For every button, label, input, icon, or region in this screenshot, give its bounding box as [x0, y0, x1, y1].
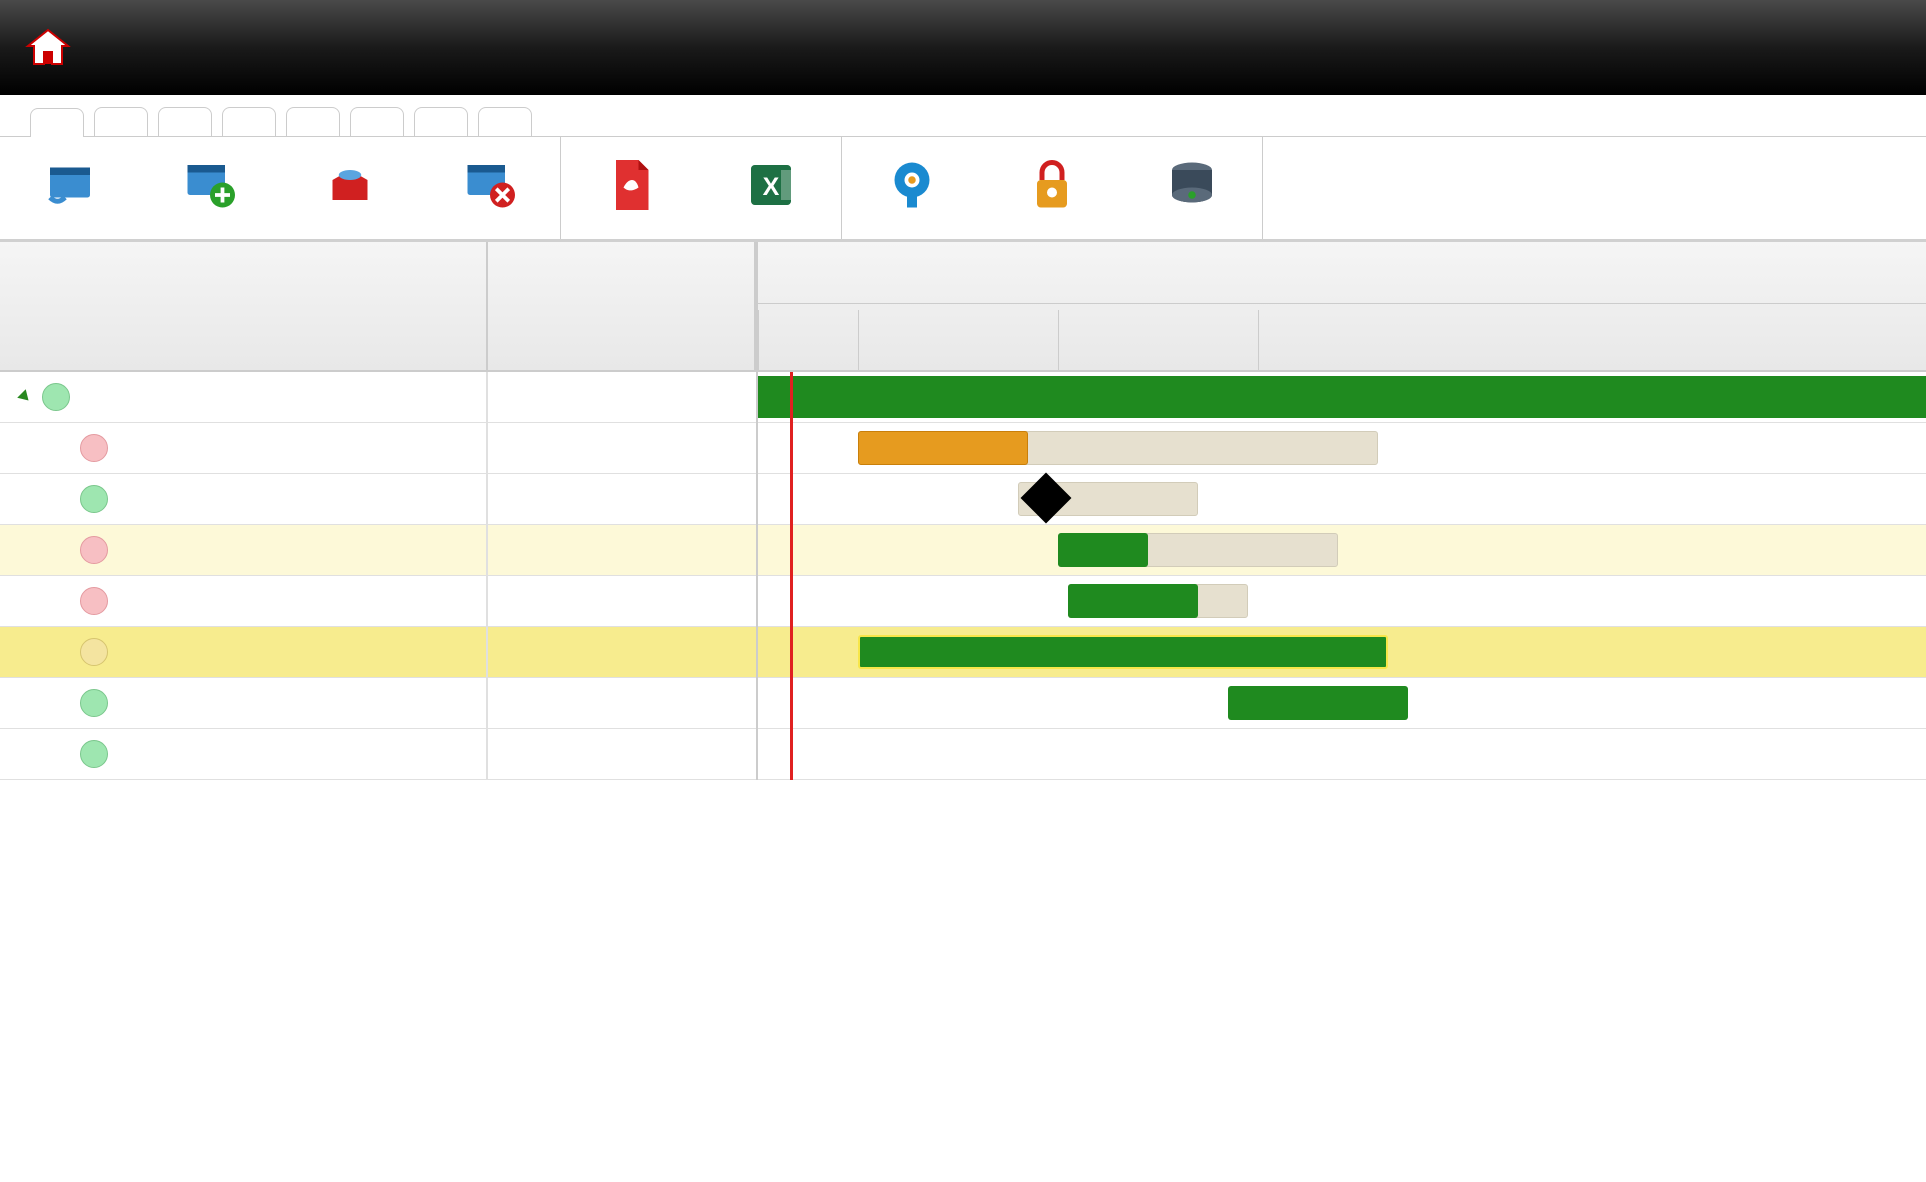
tab-details[interactable] — [286, 107, 340, 136]
status-dot — [80, 587, 108, 615]
table-row[interactable] — [0, 627, 756, 678]
content — [0, 242, 1926, 780]
neues-projekt-icon — [180, 155, 240, 215]
gantt-bar-summary[interactable] — [758, 376, 1926, 418]
archiv-icon — [1162, 155, 1222, 215]
gantt-month — [1258, 310, 1458, 370]
col-start-header[interactable] — [488, 242, 756, 370]
grid-pane — [0, 242, 758, 780]
status-dot — [42, 383, 70, 411]
gantt-header — [758, 242, 1926, 372]
row-start — [488, 474, 756, 524]
status-dot — [80, 485, 108, 513]
gantt-row[interactable] — [758, 372, 1926, 423]
status-dot — [80, 434, 108, 462]
today-line — [790, 372, 793, 780]
tab-ansicht[interactable] — [158, 107, 212, 136]
tab-agile[interactable] — [478, 107, 532, 136]
table-row[interactable] — [0, 423, 756, 474]
projekt-loeschen-button[interactable] — [420, 147, 560, 229]
status-dot — [80, 740, 108, 768]
gantt-month — [758, 310, 858, 370]
tab-basisplan[interactable] — [350, 107, 404, 136]
gantt-row[interactable] — [758, 576, 1926, 627]
tab-start[interactable] — [30, 108, 84, 137]
gantt-bar[interactable] — [1228, 686, 1408, 720]
home-icon[interactable] — [20, 20, 76, 76]
table-row[interactable] — [0, 525, 756, 576]
row-start — [488, 729, 756, 779]
row-start — [488, 678, 756, 728]
vorlage-icon — [320, 155, 380, 215]
row-start — [488, 372, 756, 422]
gantt-bar[interactable] — [858, 431, 1028, 465]
gantt-bar[interactable] — [1068, 584, 1198, 618]
topbar — [0, 0, 1926, 95]
status-dot — [80, 638, 108, 666]
gantt-row[interactable] — [758, 525, 1926, 576]
neues-projekt-button[interactable] — [140, 147, 280, 229]
grid-header — [0, 242, 756, 372]
gantt-bar[interactable] — [1058, 533, 1148, 567]
ki-button[interactable] — [842, 147, 982, 229]
table-row[interactable] — [0, 474, 756, 525]
gantt-row[interactable] — [758, 474, 1926, 525]
ribbon: X — [0, 137, 1926, 242]
projekte-icon — [40, 155, 100, 215]
neu-aus-vorlage-button[interactable] — [280, 147, 420, 229]
pdf-export-button[interactable] — [561, 147, 701, 229]
tab-strip — [0, 95, 1926, 137]
gantt-row[interactable] — [758, 729, 1926, 780]
gantt-body — [758, 372, 1926, 780]
ins-archiv-button[interactable] — [1122, 147, 1262, 229]
gantt-row[interactable] — [758, 423, 1926, 474]
ki-icon — [882, 155, 942, 215]
lock-icon — [1022, 155, 1082, 215]
table-row[interactable] — [0, 372, 756, 423]
tab-tabelle[interactable] — [222, 107, 276, 136]
gantt-month — [858, 310, 1058, 370]
tab-finanzen[interactable] — [414, 107, 468, 136]
svg-text:X: X — [763, 173, 780, 201]
row-start — [488, 423, 756, 473]
table-row[interactable] — [0, 576, 756, 627]
row-start — [488, 627, 756, 677]
loeschen-icon — [460, 155, 520, 215]
gantt-row[interactable] — [758, 678, 1926, 729]
gantt-quarter — [758, 260, 1926, 304]
gantt-bar[interactable] — [858, 635, 1388, 669]
zugriff-button[interactable] — [982, 147, 1122, 229]
table-row[interactable] — [0, 678, 756, 729]
row-start — [488, 576, 756, 626]
status-dot — [80, 689, 108, 717]
table-row[interactable] — [0, 729, 756, 780]
projekte-button[interactable] — [0, 147, 140, 229]
tab-bearbeiten[interactable] — [94, 107, 148, 136]
gantt-pane[interactable] — [758, 242, 1926, 780]
excel-export-button[interactable]: X — [701, 147, 841, 229]
status-dot — [80, 536, 108, 564]
gantt-month — [1058, 310, 1258, 370]
excel-icon: X — [741, 155, 801, 215]
gantt-row[interactable] — [758, 627, 1926, 678]
pdf-icon — [601, 155, 661, 215]
expand-icon[interactable] — [17, 389, 33, 405]
row-start — [488, 525, 756, 575]
col-name-header[interactable] — [0, 242, 488, 370]
